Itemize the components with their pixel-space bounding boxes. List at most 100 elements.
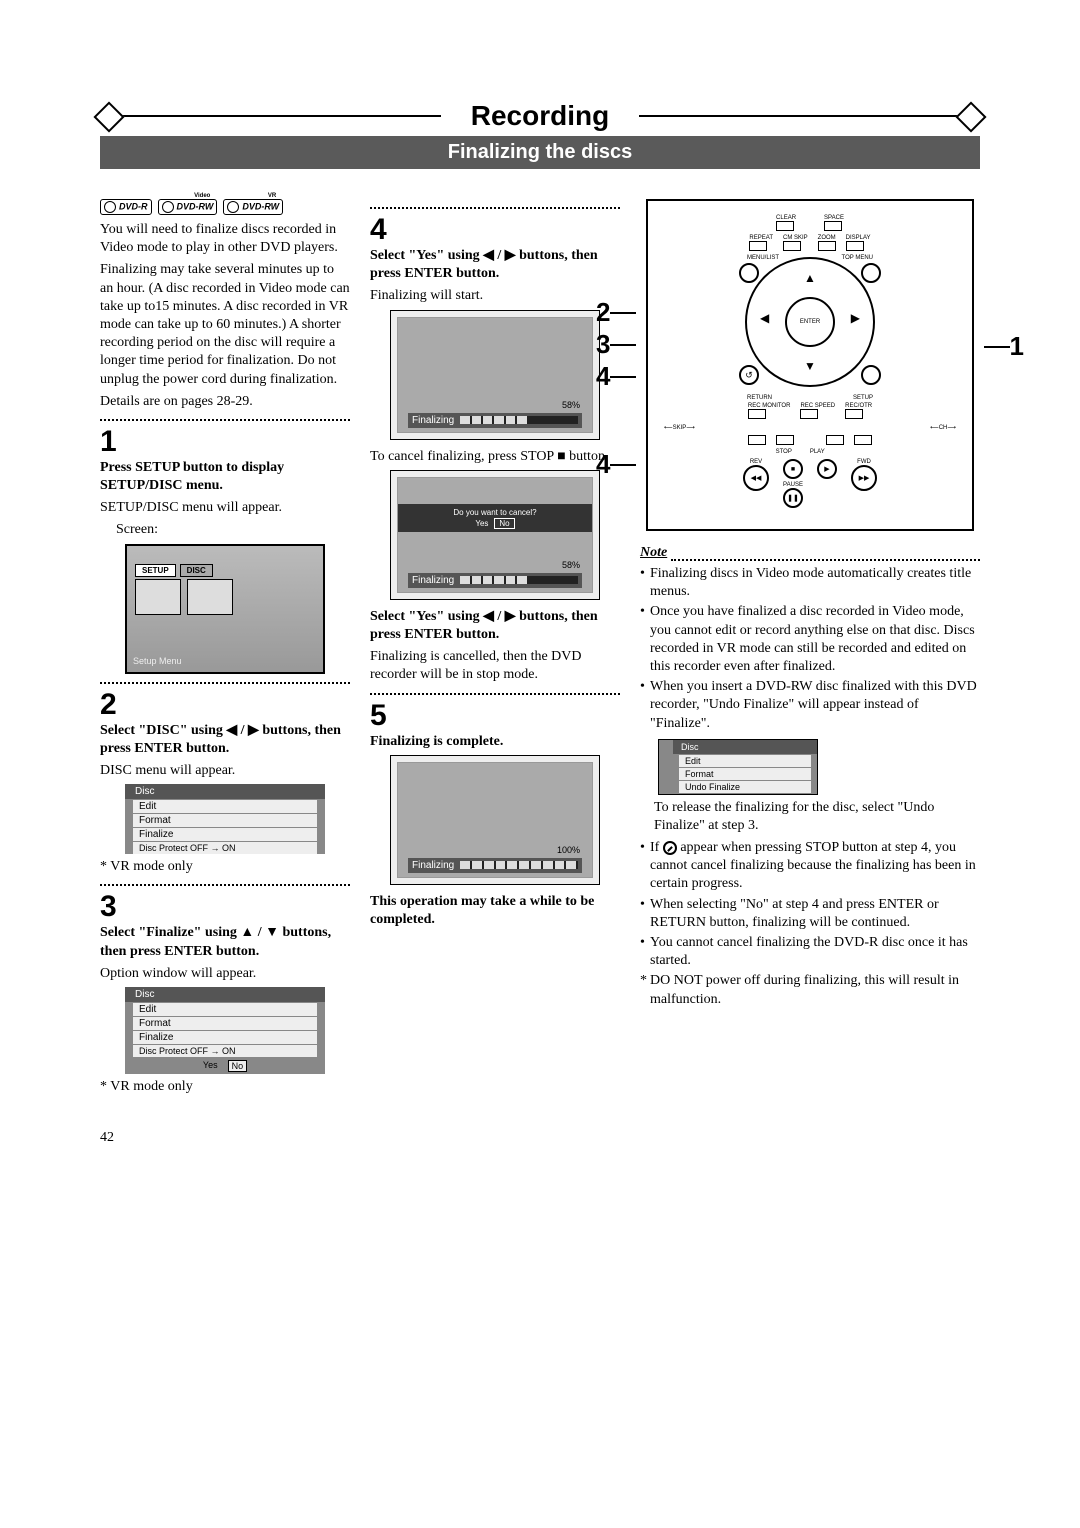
remote-clear-button	[776, 221, 794, 231]
setup-screen-graphic: SETUP DISC Setup Menu	[125, 544, 325, 674]
dpad-up-icon: ▲	[745, 272, 875, 284]
cancel-yes-heading: Select "Yes" using ◀ / ▶ buttons, then p…	[370, 608, 620, 644]
progress-screen-58: 58% Finalizing	[390, 310, 600, 440]
option-yes: Yes	[203, 1060, 218, 1072]
remote-dpad: MENU/LIST TOP MENU ENTER ▲ ▼ ◀ ▶ RETURN …	[745, 257, 875, 387]
setup-icon-2	[187, 579, 233, 615]
callout-4a: 4	[596, 361, 610, 392]
column-2: 4 Select "Yes" using ◀ / ▶ buttons, then…	[370, 199, 620, 1100]
header-line-right	[639, 115, 980, 117]
complete-warning: This operation may take a while to be co…	[370, 893, 620, 929]
cancel-instruction: To cancel finalizing, press STOP ■ butto…	[370, 448, 620, 466]
step-1-heading: Press SETUP button to display SETUP/DISC…	[100, 459, 350, 495]
note-item-1: Finalizing discs in Video mode automatic…	[640, 565, 980, 601]
header-line-left	[100, 115, 441, 117]
remote-skip-next-button	[776, 435, 794, 445]
callout-2: 2	[596, 297, 610, 328]
note-item-2: Once you have finalized a disc recorded …	[640, 603, 980, 676]
remote-rec-speed-button	[800, 409, 818, 419]
remote-return-button: ↺	[739, 365, 759, 385]
undo-finalize-menu: Disc Edit Format Undo Finalize	[658, 739, 818, 795]
dpad-right-icon: ▶	[851, 312, 860, 324]
setup-icon-1	[135, 579, 181, 615]
note-item-3b: To release the finalizing for the disc, …	[640, 799, 980, 835]
remote-skip-prev-button	[748, 435, 766, 445]
step-3-body: Option window will appear.	[100, 965, 350, 983]
setup-bottom-label: Setup Menu	[133, 656, 182, 666]
dpad-left-icon: ◀	[760, 312, 769, 324]
remote-space-button	[824, 221, 842, 231]
remote-stop-button: ■	[783, 459, 803, 479]
option-header: Disc	[125, 987, 325, 1002]
disc-menu-protect: Disc Protect OFF → ON	[133, 842, 317, 854]
note-item-7: DO NOT power off during finalizing, this…	[640, 972, 980, 1008]
disc-menu-edit: Edit	[133, 800, 317, 813]
note-list-2: If appear when pressing STOP button at s…	[640, 839, 980, 1009]
step-number-1: 1	[100, 425, 350, 459]
page-number: 42	[100, 1130, 980, 1146]
step-2-body: DISC menu will appear.	[100, 762, 350, 780]
page-title: Recording	[441, 100, 639, 132]
setup-tab-setup: SETUP	[135, 564, 176, 577]
option-no: No	[228, 1060, 248, 1072]
header-row: Recording	[100, 100, 980, 132]
setup-tab-disc: DISC	[180, 564, 213, 577]
intro-para-2: Finalizing may take several minutes up t…	[100, 261, 350, 388]
progress-label: Finalizing	[412, 860, 454, 871]
remote-pause-button: ❚❚	[783, 488, 803, 508]
remote-repeat-button	[749, 241, 767, 251]
disc-menu-header: Disc	[125, 784, 325, 799]
note-item-4: If appear when pressing STOP button at s…	[640, 839, 980, 894]
note-item-6: You cannot cancel finalizing the DVD-R d…	[640, 934, 980, 970]
progress-percent-100: 100%	[557, 845, 580, 855]
remote-display-button	[846, 241, 864, 251]
step-number-2: 2	[100, 688, 350, 722]
badge-dvd-rw-vr: DVD-RWVR	[223, 199, 283, 215]
progress-percent: 58%	[562, 400, 580, 410]
callout-1: 1	[1010, 331, 1024, 362]
content-columns: DVD-R DVD-RWVideo DVD-RWVR You will need…	[100, 199, 980, 1100]
remote-setup-button	[861, 365, 881, 385]
disc-menu-graphic: Disc Edit Format Finalize Disc Protect O…	[125, 784, 325, 854]
step-number-4: 4	[370, 213, 620, 247]
option-format: Format	[133, 1017, 317, 1030]
remote-ch-down-button	[826, 435, 844, 445]
column-3: CLEAR SPACE REPEAT CM SKIP ZOOM DISPLAY …	[640, 199, 980, 1100]
step-3-heading: Select "Finalize" using ▲ / ▼ buttons, t…	[100, 924, 350, 960]
note-list: Finalizing discs in Video mode automatic…	[640, 565, 980, 733]
callout-4b: 4	[596, 449, 610, 480]
step-divider	[100, 419, 350, 421]
step-divider	[100, 682, 350, 684]
remote-diagram-block: CLEAR SPACE REPEAT CM SKIP ZOOM DISPLAY …	[640, 199, 980, 531]
option-finalize: Finalize	[133, 1031, 317, 1044]
step-divider	[100, 884, 350, 886]
note-item-3: When you insert a DVD-RW disc finalized …	[640, 678, 980, 733]
intro-para-3: Details are on pages 28-29.	[100, 393, 350, 411]
progress-label: Finalizing	[412, 415, 454, 426]
badge-dvd-rw-video: DVD-RWVideo	[158, 199, 218, 215]
remote-ch-up-button	[854, 435, 872, 445]
prohibit-icon	[663, 841, 677, 855]
column-1: DVD-R DVD-RWVideo DVD-RWVR You will need…	[100, 199, 350, 1100]
option-protect: Disc Protect OFF → ON	[133, 1045, 317, 1057]
remote-rev-button: ◀◀	[743, 465, 769, 491]
vr-mode-note: * VR mode only	[100, 858, 350, 876]
progress-label: Finalizing	[412, 575, 454, 586]
note-item-5: When selecting "No" at step 4 and press …	[640, 896, 980, 932]
step-divider	[370, 207, 620, 209]
option-window-graphic: Disc Edit Format Finalize Disc Protect O…	[125, 987, 325, 1074]
step-1-body: SETUP/DISC menu will appear.	[100, 499, 350, 517]
step-number-5: 5	[370, 699, 620, 733]
screen-label: Screen:	[116, 521, 350, 539]
dpad-down-icon: ▼	[745, 360, 875, 372]
badge-dvd-r: DVD-R	[100, 199, 152, 215]
cancel-yes-body: Finalizing is cancelled, then the DVD re…	[370, 648, 620, 684]
disc-compat-badges: DVD-R DVD-RWVideo DVD-RWVR	[100, 199, 350, 215]
step-2-heading: Select "DISC" using ◀ / ▶ buttons, then …	[100, 722, 350, 758]
step-4-heading: Select "Yes" using ◀ / ▶ buttons, then p…	[370, 247, 620, 283]
cancel-prompt: Do you want to cancel? YesNo	[398, 504, 592, 532]
remote-fwd-button: ▶▶	[851, 465, 877, 491]
remote-cmskip-button	[783, 241, 801, 251]
remote-enter-button: ENTER	[785, 297, 835, 347]
remote-control-diagram: CLEAR SPACE REPEAT CM SKIP ZOOM DISPLAY …	[646, 199, 974, 531]
